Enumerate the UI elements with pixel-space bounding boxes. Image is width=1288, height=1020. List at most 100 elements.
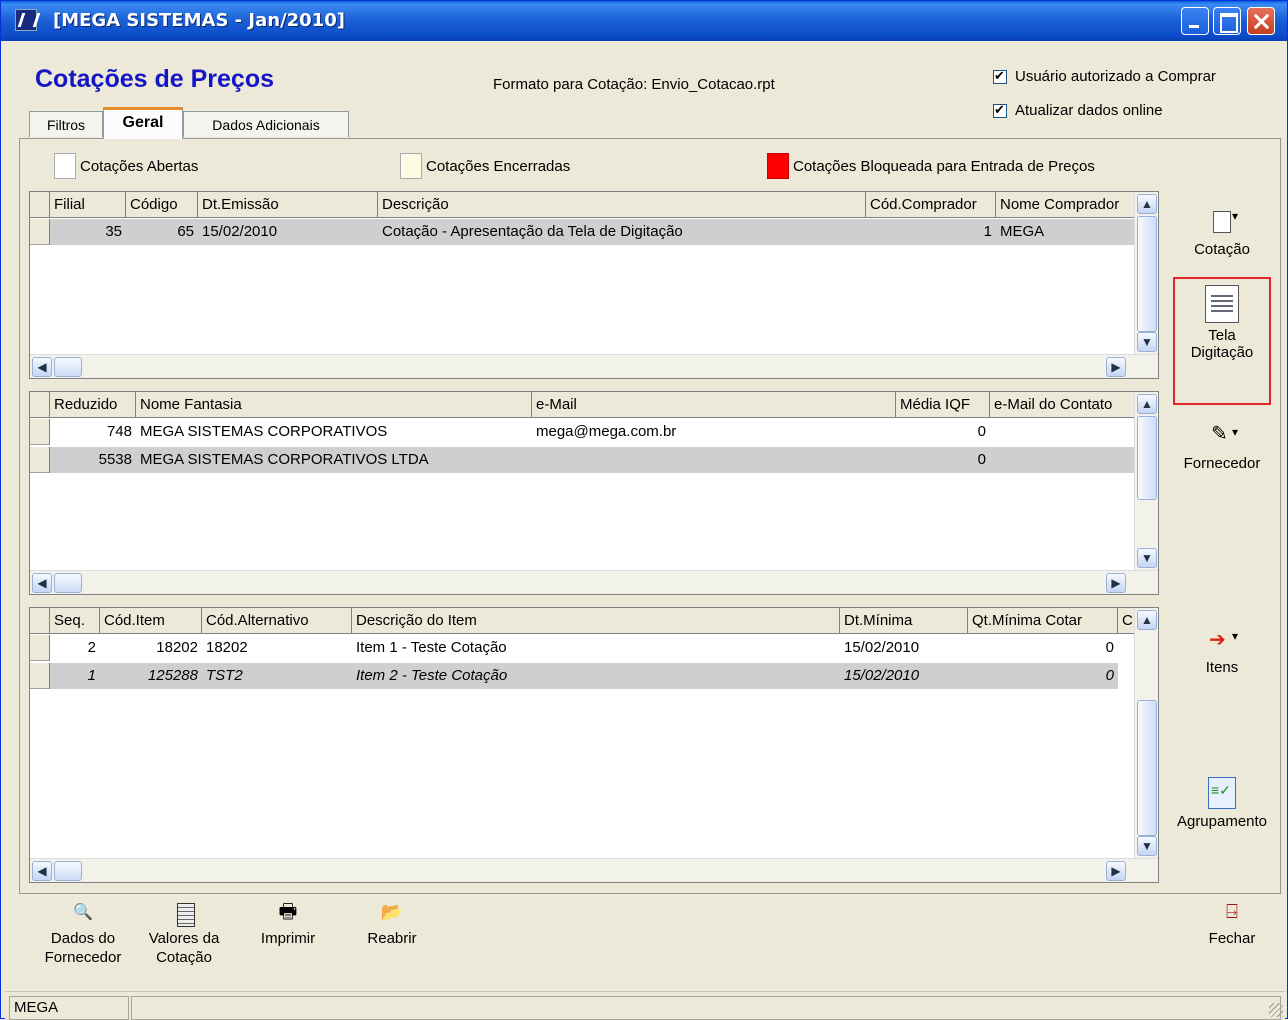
- horizontal-scrollbar[interactable]: ◀ ▶: [30, 570, 1158, 594]
- table-row[interactable]: 5538 MEGA SISTEMAS CORPORATIVOS LTDA 0: [30, 447, 1136, 473]
- printer-icon: [276, 903, 300, 927]
- cotacao-button[interactable]: Cotação: [1165, 207, 1279, 258]
- col-header-filial[interactable]: Filial: [50, 192, 126, 218]
- col-header-dt-minima[interactable]: Dt.Mínima: [840, 608, 968, 634]
- col-header-media-iqf[interactable]: Média IQF: [896, 392, 990, 418]
- close-window-button[interactable]: [1247, 7, 1275, 35]
- scroll-right-icon[interactable]: ▶: [1106, 861, 1126, 881]
- suppliers-grid[interactable]: Reduzido Nome Fantasia e-Mail Média IQF …: [29, 391, 1159, 595]
- scroll-left-icon[interactable]: ◀: [32, 573, 52, 593]
- checkbox-checked-icon[interactable]: [993, 102, 1007, 118]
- reabrir-button[interactable]: Reabrir: [357, 903, 427, 948]
- imprimir-button[interactable]: Imprimir: [251, 903, 325, 948]
- table-row[interactable]: 1 125288 TST2 Item 2 - Teste Cotação 15/…: [30, 663, 1118, 689]
- col-header-dt-emissao[interactable]: Dt.Emissão: [198, 192, 378, 218]
- cell-media-iqf: 0: [977, 423, 986, 440]
- scroll-thumb[interactable]: [54, 861, 82, 881]
- horizontal-scrollbar[interactable]: ◀ ▶: [30, 354, 1158, 378]
- col-header-nome-comprador[interactable]: Nome Comprador: [996, 192, 1136, 218]
- row-indicator: [30, 635, 50, 661]
- row-indicator: [30, 419, 50, 445]
- legend-label-closed: Cotações Encerradas: [426, 157, 571, 175]
- resize-grip-icon[interactable]: [1269, 1003, 1283, 1017]
- digitacao-label: Digitação: [1190, 344, 1254, 361]
- legend-swatch-closed: [400, 153, 422, 179]
- scroll-thumb[interactable]: [1137, 416, 1157, 500]
- table-row[interactable]: 2 18202 18202 Item 1 - Teste Cotação 15/…: [30, 635, 1118, 661]
- row-indicator-header: [30, 608, 50, 634]
- cell-qt-minima: 0: [1105, 639, 1114, 656]
- scroll-up-icon[interactable]: ▲: [1137, 610, 1157, 630]
- vertical-scrollbar[interactable]: ▲ ▼: [1134, 192, 1158, 356]
- col-header-qt-minima[interactable]: Qt.Mínima Cotar: [968, 608, 1118, 634]
- scroll-right-icon[interactable]: ▶: [1106, 573, 1126, 593]
- main-window: [MEGA SISTEMAS - Jan/2010] Cotações de P…: [0, 0, 1288, 1020]
- status-bar: MEGA: [5, 991, 1285, 1020]
- fechar-button[interactable]: Fechar: [1197, 903, 1267, 948]
- col-header-seq[interactable]: Seq.: [50, 608, 100, 634]
- dados-fornecedor-button[interactable]: Dados do Fornecedor: [37, 903, 129, 967]
- cotacao-label: Cotação: [1194, 241, 1250, 258]
- col-header-cod-item[interactable]: Cód.Item: [100, 608, 202, 634]
- cell-cod-comprador: 1: [983, 223, 992, 240]
- minimize-button[interactable]: [1181, 7, 1209, 35]
- agrupamento-label: Agrupamento: [1176, 813, 1268, 830]
- cell-dt-emissao: 15/02/2010: [202, 223, 278, 240]
- col-header-cod-alternativo[interactable]: Cód.Alternativo: [202, 608, 352, 634]
- title-bar[interactable]: [MEGA SISTEMAS - Jan/2010]: [1, 1, 1287, 41]
- scroll-left-icon[interactable]: ◀: [32, 357, 52, 377]
- scroll-right-icon[interactable]: ▶: [1106, 357, 1126, 377]
- tab-geral[interactable]: Geral: [103, 107, 183, 139]
- scroll-thumb[interactable]: [1137, 216, 1157, 332]
- scroll-down-icon[interactable]: ▼: [1137, 836, 1157, 856]
- maximize-button[interactable]: [1213, 7, 1241, 35]
- scroll-left-icon[interactable]: ◀: [32, 861, 52, 881]
- col-header-cod-comprador[interactable]: Cód.Comprador: [866, 192, 996, 218]
- vertical-scrollbar[interactable]: ▲ ▼: [1134, 608, 1158, 860]
- itens-button[interactable]: Itens: [1165, 625, 1279, 676]
- dados-label-2: Fornecedor: [44, 949, 122, 966]
- grid-header: Filial Código Dt.Emissão Descrição Cód.C…: [30, 192, 1136, 218]
- col-header-nome-fantasia[interactable]: Nome Fantasia: [136, 392, 532, 418]
- cell-descricao-item: Item 1 - Teste Cotação: [356, 639, 507, 656]
- agrupamento-button[interactable]: Agrupamento: [1165, 777, 1279, 830]
- col-header-reduzido[interactable]: Reduzido: [50, 392, 136, 418]
- supplier-edit-icon: [1207, 421, 1238, 451]
- online-checkbox[interactable]: Atualizar dados online: [993, 102, 1163, 119]
- format-label: Formato para Cotação: Envio_Cotacao.rpt: [493, 76, 775, 93]
- vertical-scrollbar[interactable]: ▲ ▼: [1134, 392, 1158, 572]
- scroll-up-icon[interactable]: ▲: [1137, 194, 1157, 214]
- tela-digitacao-button[interactable]: Tela Digitação: [1173, 277, 1271, 405]
- scroll-down-icon[interactable]: ▼: [1137, 332, 1157, 352]
- tab-filtros[interactable]: Filtros: [29, 111, 103, 137]
- checkbox-checked-icon[interactable]: [993, 68, 1007, 84]
- col-header-descricao[interactable]: Descrição: [378, 192, 866, 218]
- tab-dados-adicionais[interactable]: Dados Adicionais: [183, 111, 349, 137]
- scroll-thumb[interactable]: [54, 357, 82, 377]
- row-indicator-header: [30, 192, 50, 218]
- authorized-checkbox[interactable]: Usuário autorizado a Comprar: [993, 68, 1216, 85]
- fornecedor-button[interactable]: Fornecedor: [1165, 421, 1279, 472]
- scroll-up-icon[interactable]: ▲: [1137, 394, 1157, 414]
- open-folder-icon: [380, 903, 404, 927]
- cell-media-iqf: 0: [977, 451, 986, 468]
- valores-cotacao-button[interactable]: Valores da Cotação: [141, 903, 227, 967]
- col-header-email[interactable]: e-Mail: [532, 392, 896, 418]
- col-header-codigo[interactable]: Código: [126, 192, 198, 218]
- horizontal-scrollbar[interactable]: ◀ ▶: [30, 858, 1158, 882]
- scroll-down-icon[interactable]: ▼: [1137, 548, 1157, 568]
- entry-form-icon: [1205, 285, 1239, 323]
- col-header-descricao-item[interactable]: Descrição do Item: [352, 608, 840, 634]
- quotations-grid[interactable]: Filial Código Dt.Emissão Descrição Cód.C…: [29, 191, 1159, 379]
- imprimir-label: Imprimir: [260, 930, 316, 947]
- items-grid[interactable]: Seq. Cód.Item Cód.Alternativo Descrição …: [29, 607, 1159, 883]
- window-title: [MEGA SISTEMAS - Jan/2010]: [53, 10, 345, 31]
- table-row[interactable]: 35 65 15/02/2010 Cotação - Apresentação …: [30, 219, 1136, 245]
- cell-qt-minima: 0: [1105, 667, 1114, 684]
- valores-label-1: Valores da: [148, 930, 220, 947]
- table-row[interactable]: 748 MEGA SISTEMAS CORPORATIVOS mega@mega…: [30, 419, 1136, 445]
- row-indicator: [30, 219, 50, 245]
- scroll-thumb[interactable]: [1137, 700, 1157, 836]
- scroll-thumb[interactable]: [54, 573, 82, 593]
- col-header-email-contato[interactable]: e-Mail do Contato: [990, 392, 1136, 418]
